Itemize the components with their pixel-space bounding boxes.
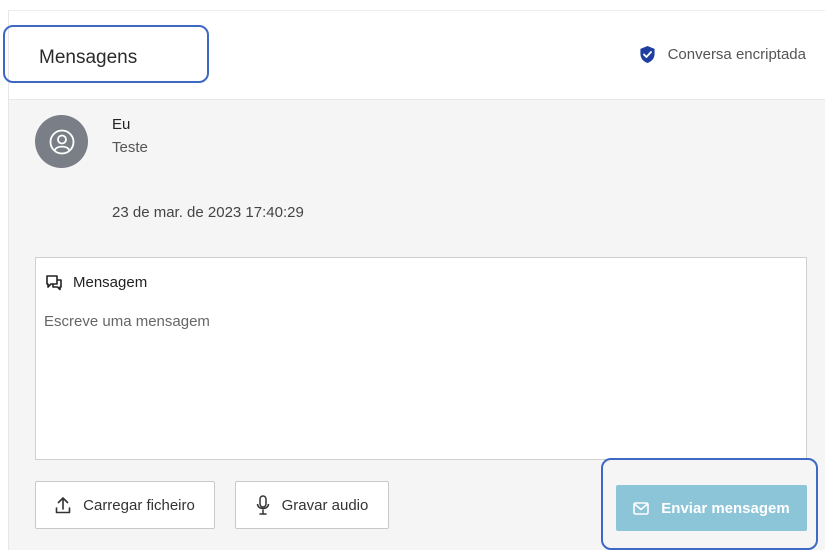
- messages-panel: Mensagens Conversa encriptada Eu Teste 2…: [3, 10, 825, 550]
- message-author: Eu: [112, 116, 131, 133]
- chat-bubbles-icon: [46, 275, 62, 291]
- send-message-label: Enviar mensagem: [661, 499, 790, 517]
- record-audio-label: Gravar audio: [281, 496, 369, 514]
- envelope-icon: [633, 501, 650, 515]
- record-audio-button[interactable]: Gravar audio: [235, 481, 389, 529]
- encryption-label: Conversa encriptada: [667, 46, 806, 63]
- page-title: Mensagens: [39, 47, 138, 68]
- upload-icon: [55, 497, 71, 514]
- shield-check-icon: [639, 46, 655, 63]
- avatar: [35, 115, 88, 168]
- conversation-area: Eu Teste 23 de mar. de 2023 17:40:29 Men…: [9, 100, 825, 550]
- send-message-button[interactable]: Enviar mensagem: [616, 485, 807, 531]
- messages-header: Mensagens Conversa encriptada: [3, 11, 825, 100]
- message-timestamp: 23 de mar. de 2023 17:40:29: [112, 204, 304, 221]
- upload-file-button[interactable]: Carregar ficheiro: [35, 481, 215, 529]
- encryption-status: Conversa encriptada: [639, 45, 806, 64]
- compose-box: Mensagem: [35, 257, 807, 460]
- compose-label-text: Mensagem: [73, 274, 148, 291]
- compose-label: Mensagem: [45, 274, 147, 291]
- upload-file-label: Carregar ficheiro: [83, 496, 195, 514]
- message-input[interactable]: [36, 313, 806, 453]
- message-text: Teste: [112, 139, 148, 156]
- microphone-icon: [256, 495, 269, 515]
- user-circle-icon: [49, 129, 74, 154]
